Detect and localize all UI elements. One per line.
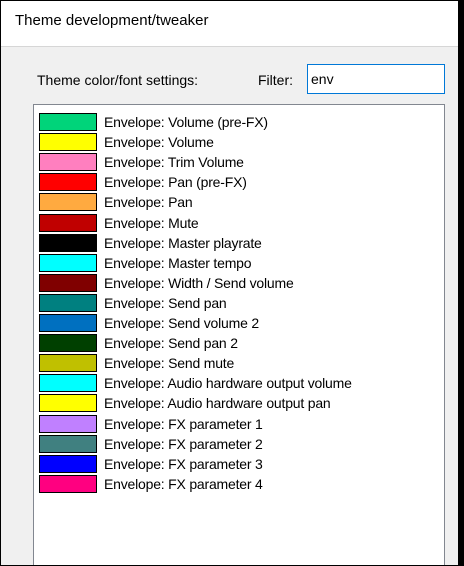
list-item-label: Envelope: Pan: [104, 194, 193, 211]
list-item[interactable]: Envelope: FX parameter 4: [39, 474, 263, 494]
color-swatch[interactable]: [39, 213, 97, 232]
color-swatch[interactable]: [39, 374, 97, 393]
list-item[interactable]: Envelope: Pan (pre-FX): [39, 172, 247, 192]
list-item[interactable]: Envelope: Send pan 2: [39, 333, 238, 353]
color-swatch[interactable]: [39, 354, 97, 373]
color-swatch[interactable]: [39, 293, 97, 312]
list-item-label: Envelope: Master playrate: [104, 234, 262, 251]
list-item-label: Envelope: Pan (pre-FX): [104, 174, 247, 191]
color-swatch[interactable]: [39, 454, 97, 473]
color-swatch[interactable]: [39, 253, 97, 272]
list-item-label: Envelope: FX parameter 4: [104, 475, 263, 492]
list-item-label: Envelope: Trim Volume: [104, 154, 244, 171]
filter-label: Filter:: [258, 72, 293, 88]
list-item-label: Envelope: Send volume 2: [104, 315, 259, 331]
window-title: Theme development/tweaker: [15, 12, 209, 29]
list-item[interactable]: Envelope: Volume (pre-FX): [39, 112, 268, 132]
list-item-label: Envelope: Master tempo: [104, 254, 252, 271]
theme-settings-label: Theme color/font settings:: [37, 72, 199, 88]
color-swatch[interactable]: [39, 133, 97, 152]
color-swatch[interactable]: [39, 273, 97, 292]
list-item[interactable]: Envelope: Audio hardware output pan: [39, 393, 331, 413]
color-swatch[interactable]: [39, 474, 97, 493]
list-item-label: Envelope: FX parameter 1: [104, 415, 263, 432]
list-item-label: Envelope: Send pan: [104, 294, 227, 311]
color-swatch[interactable]: [39, 314, 97, 332]
color-swatch[interactable]: [39, 334, 97, 353]
list-item-label: Envelope: FX parameter 2: [104, 435, 263, 452]
window-edge: [458, 1, 463, 565]
list-item[interactable]: Envelope: Mute: [39, 213, 199, 233]
list-item-label: Envelope: Audio hardware output volume: [104, 375, 352, 392]
list-item-label: Envelope: Width / Send volume: [104, 274, 294, 291]
list-item-label: Envelope: FX parameter 3: [104, 455, 263, 472]
color-swatch[interactable]: [39, 233, 97, 252]
list-item-label: Envelope: Send mute: [104, 355, 235, 372]
list-item[interactable]: Envelope: Master tempo: [39, 253, 252, 273]
list-item-label: Envelope: Mute: [104, 214, 199, 231]
list-item[interactable]: Envelope: FX parameter 3: [39, 454, 263, 474]
theme-tweaker-window: Theme development/tweaker Theme color/fo…: [0, 0, 464, 566]
color-swatch[interactable]: [39, 193, 97, 212]
list-item[interactable]: Envelope: FX parameter 1: [39, 414, 263, 434]
color-swatch[interactable]: [39, 434, 97, 453]
list-item[interactable]: Envelope: FX parameter 2: [39, 434, 263, 454]
list-item[interactable]: Envelope: Width / Send volume: [39, 273, 294, 293]
list-item[interactable]: Envelope: Volume: [39, 132, 214, 152]
color-swatch[interactable]: [39, 113, 97, 131]
list-item-label: Envelope: Audio hardware output pan: [104, 395, 331, 412]
title-bar[interactable]: Theme development/tweaker: [1, 1, 463, 47]
list-item[interactable]: Envelope: Master playrate: [39, 233, 262, 253]
list-item-label: Envelope: Volume: [104, 134, 214, 151]
list-item[interactable]: Envelope: Trim Volume: [39, 152, 244, 172]
color-swatch[interactable]: [39, 153, 97, 172]
color-swatch[interactable]: [39, 173, 97, 192]
list-item[interactable]: Envelope: Send pan: [39, 293, 227, 313]
list-item-label: Envelope: Send pan 2: [104, 335, 238, 352]
theme-color-list[interactable]: Envelope: Volume (pre-FX) Envelope: Volum…: [33, 104, 445, 565]
list-item[interactable]: Envelope: Pan: [39, 192, 193, 212]
list-item[interactable]: Envelope: Send volume 2: [39, 313, 259, 333]
color-swatch[interactable]: [39, 394, 97, 413]
color-swatch[interactable]: [39, 414, 97, 433]
list-item[interactable]: Envelope: Send mute: [39, 353, 234, 373]
filter-input[interactable]: [307, 64, 445, 94]
list-item[interactable]: Envelope: Audio hardware output volume: [39, 373, 352, 393]
list-item-label: Envelope: Volume (pre-FX): [104, 114, 268, 130]
